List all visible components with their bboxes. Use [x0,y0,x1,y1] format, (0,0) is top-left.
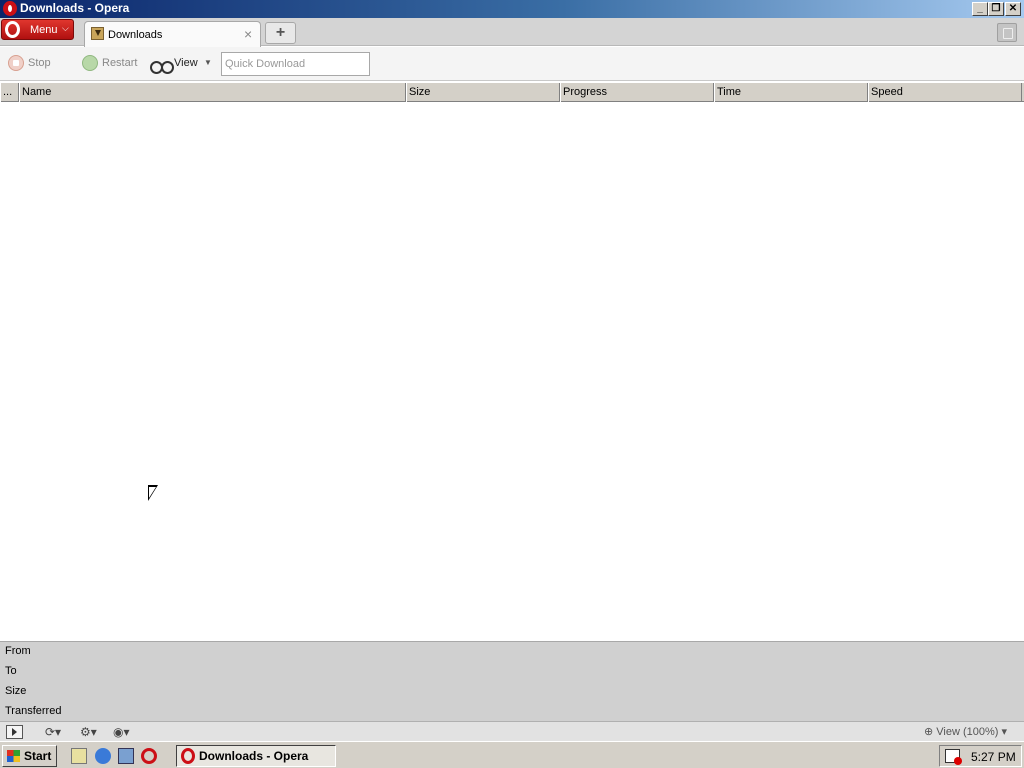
binoculars-icon [150,57,174,74]
menu-label: Menu [30,24,58,36]
internet-explorer-icon[interactable] [95,748,111,764]
trash-icon[interactable] [997,23,1017,42]
turbo-icon[interactable]: ◉▾ [113,725,130,739]
show-desktop-icon[interactable] [118,748,134,764]
taskbar-window-label: Downloads - Opera [199,749,309,763]
column-header-speed[interactable]: Speed [868,83,1022,102]
new-tab-button[interactable]: + [265,22,296,44]
close-window-button[interactable]: ✕ [1005,2,1021,16]
downloads-toolbar: Stop Restart View ▼ [0,47,1024,81]
taskbar: Start Downloads - Opera 5:27 PM [0,741,1024,768]
opera-logo-icon [5,21,20,38]
quick-download-input[interactable] [221,52,370,76]
restore-button[interactable]: ❐ [988,2,1004,16]
stop-button[interactable]: Stop [8,55,58,73]
panel-toggle-icon[interactable] [6,725,23,739]
view-label: View [174,57,198,69]
download-details-panel: From To Size Transferred [0,641,1024,721]
chevron-down-icon: ⌵ [62,23,69,33]
minimize-button[interactable]: _ [972,2,988,16]
details-transferred-label: Transferred [5,705,62,717]
unite-icon[interactable]: ⚙▾ [80,725,97,739]
opera-logo-icon [181,748,195,764]
zoom-icon: ⊕ [924,726,937,738]
opera-menu-button[interactable]: Menu ⌵ [1,19,74,40]
tab-downloads[interactable]: Downloads × [84,21,261,47]
opera-launch-icon[interactable] [141,748,157,764]
details-size-label: Size [5,685,27,697]
status-bar: ⟳▾ ⚙▾ ◉▾ ⊕ View (100%) ▾ [0,721,1024,741]
start-label: Start [24,749,52,763]
windows-logo-icon [7,750,20,762]
column-header-name[interactable]: Name [19,83,406,102]
opera-logo-icon [3,1,17,16]
stop-label: Stop [28,57,51,69]
tray-network-icon[interactable] [945,749,962,765]
zoom-label: View (100%) [936,726,999,738]
tab-strip: Menu ⌵ Downloads × + [0,18,1024,47]
column-header-time[interactable]: Time [714,83,868,102]
taskbar-opera-window[interactable]: Downloads - Opera [176,745,336,767]
restart-label: Restart [102,57,138,69]
clock: 5:27 PM [971,750,1016,764]
view-button[interactable]: View ▼ [150,55,216,74]
notepad-icon[interactable] [71,748,87,764]
downloads-list[interactable] [0,102,1024,641]
details-from-label: From [5,645,31,657]
stop-icon [8,55,24,71]
system-tray: 5:27 PM [939,745,1022,767]
title-bar[interactable]: Downloads - Opera _ ❐ ✕ [0,0,1024,18]
details-to-label: To [5,665,17,677]
close-tab-icon[interactable]: × [244,26,252,42]
column-header-size[interactable]: Size [406,83,560,102]
zoom-control[interactable]: ⊕ View (100%) ▾ [924,725,1007,738]
window-title: Downloads - Opera [20,1,130,15]
tab-label: Downloads [108,29,163,41]
column-header-progress[interactable]: Progress [560,83,714,102]
mouse-cursor-icon [148,485,158,501]
restart-button[interactable]: Restart [82,55,144,73]
start-button[interactable]: Start [2,745,57,767]
column-header-options[interactable]: ... [0,83,19,102]
chevron-down-icon: ▼ [204,58,212,67]
sync-icon[interactable]: ⟳▾ [45,725,61,739]
column-header: ... Name Size Progress Time Speed [0,83,1024,102]
restart-icon [82,55,98,71]
download-icon [91,27,104,40]
